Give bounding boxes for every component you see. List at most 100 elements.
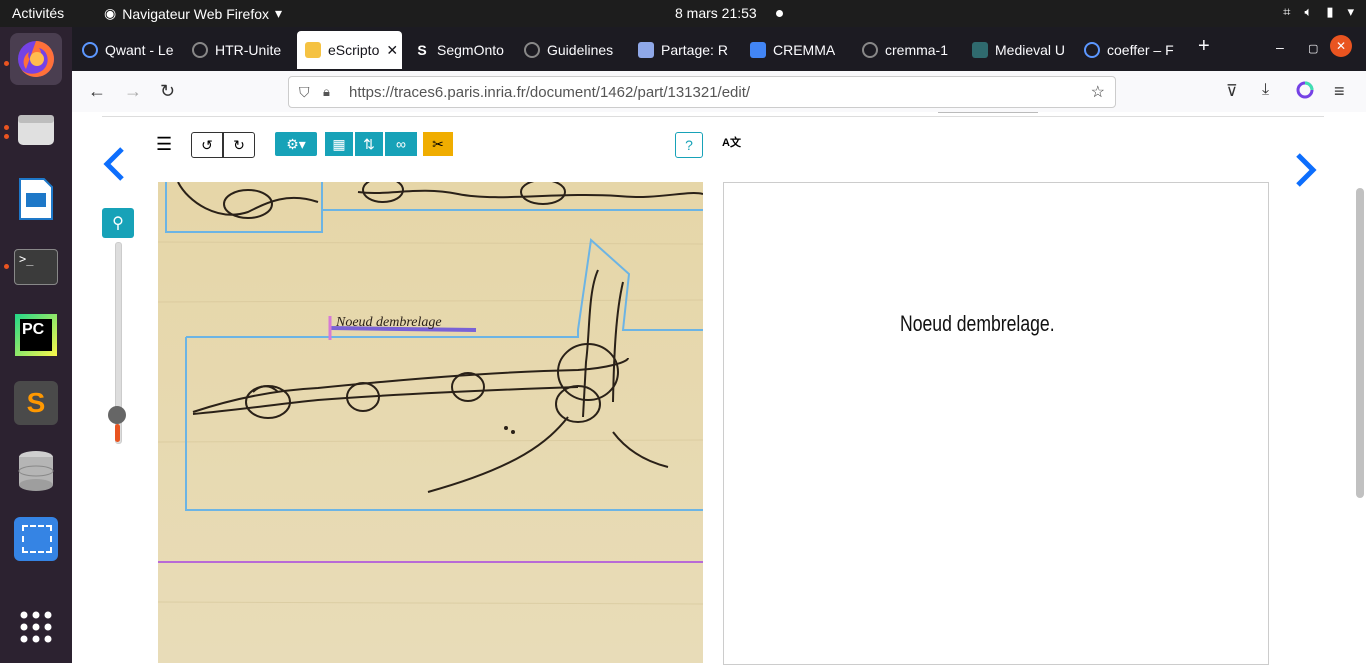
zoom-slider-handle[interactable]: [108, 406, 126, 424]
transcription-panel[interactable]: Noeud dembrelage.: [723, 182, 1269, 665]
mask-icon: ∞: [396, 136, 406, 152]
running-indicator: [4, 61, 9, 66]
tab-medieval[interactable]: Medieval U: [972, 31, 1072, 69]
zoom-slider-fill: [115, 424, 120, 442]
manuscript-image[interactable]: Noeud dembrelage: [158, 182, 703, 663]
system-tray[interactable]: ⌗ 🔈︎ ▮ ▾: [1283, 4, 1354, 20]
firefox-icon[interactable]: [10, 33, 62, 85]
divider: [938, 112, 1038, 113]
volume-icon: 🔈︎: [1304, 4, 1313, 19]
tab-htr-united[interactable]: HTR-Unite: [192, 31, 292, 69]
docs-icon: [750, 42, 766, 58]
translate-icon[interactable]: A文: [722, 130, 741, 154]
bookmark-star-icon[interactable]: ☆: [1091, 82, 1105, 102]
tab-cremma-1[interactable]: cremma-1: [862, 31, 962, 69]
segmentation-panel[interactable]: Noeud dembrelage: [158, 182, 703, 663]
maximize-icon[interactable]: ▢: [1308, 42, 1318, 55]
nav-bar: ← → ↻ ⛉ 🔒︎ https://traces6.paris.inria.f…: [72, 71, 1366, 113]
url-bar[interactable]: ⛉ 🔒︎ https://traces6.paris.inria.fr/docu…: [288, 76, 1116, 108]
url-text[interactable]: https://traces6.paris.inria.fr/document/…: [349, 84, 750, 101]
tab-coeffer[interactable]: coeffer – F: [1084, 31, 1184, 69]
split-button[interactable]: ✂: [423, 132, 453, 156]
pocket-icon[interactable]: ⊽: [1226, 81, 1238, 101]
reload-icon[interactable]: ↻: [160, 81, 175, 102]
tray-chevron-icon: ▾: [1347, 4, 1354, 19]
tab-qwant[interactable]: Qwant - Le: [82, 31, 182, 69]
tab-label: eScripto: [328, 42, 380, 58]
network-icon: ⌗: [1283, 4, 1291, 19]
regions-toggle-button[interactable]: ▦: [325, 132, 353, 156]
running-indicator: [4, 264, 9, 269]
tab-label: Medieval U: [995, 42, 1065, 58]
extension-icon[interactable]: [1296, 81, 1314, 104]
dock: >_ PC S: [0, 27, 72, 663]
firefox-small-icon: ◉: [104, 5, 117, 21]
undo-icon: ↺: [201, 136, 213, 153]
downloads-icon[interactable]: ⤓: [1262, 81, 1269, 99]
manuscript-line-text: Noeud dembrelage: [335, 315, 442, 330]
zoom-in-icon: ⚲: [112, 215, 124, 232]
settings-dropdown-button[interactable]: ⚙▾: [275, 132, 317, 156]
github-icon: [862, 42, 878, 58]
sublime-icon[interactable]: S: [10, 377, 62, 429]
running-indicator: [4, 125, 9, 130]
page-scrollbar[interactable]: [1356, 188, 1364, 498]
app-menu[interactable]: ◉ Navigateur Web Firefox ▾: [104, 5, 282, 22]
qwant-icon: [1084, 42, 1100, 58]
shield-icon[interactable]: ⛉: [299, 84, 310, 101]
zoom-button[interactable]: ⚲: [102, 208, 134, 238]
minimize-icon[interactable]: –: [1276, 39, 1284, 55]
app-menu-label: Navigateur Web Firefox: [122, 5, 270, 22]
terminal-icon[interactable]: >_: [10, 241, 62, 293]
forward-icon[interactable]: →: [124, 81, 142, 102]
clock[interactable]: 8 mars 21:53: [675, 5, 757, 21]
battery-icon: ▮: [1326, 4, 1334, 19]
mask-toggle-button[interactable]: ∞: [385, 132, 417, 156]
writer-icon[interactable]: [10, 173, 62, 225]
toggle-sidebar-icon[interactable]: ☰: [156, 132, 172, 156]
chevron-down-icon: ▾: [275, 5, 283, 21]
ordering-toggle-button[interactable]: ⇅: [355, 132, 383, 156]
activities-button[interactable]: Activités: [12, 5, 64, 21]
menu-icon[interactable]: ≡: [1334, 81, 1345, 102]
medieval-icon: [972, 42, 988, 58]
lock-icon[interactable]: 🔒︎: [323, 84, 330, 100]
redo-button[interactable]: ↻: [223, 132, 255, 158]
help-button[interactable]: ?: [675, 132, 703, 158]
scissors-icon: ✂: [432, 135, 444, 152]
github-icon: [192, 42, 208, 58]
segmonto-icon: S: [417, 42, 427, 58]
previous-page-icon[interactable]: [102, 146, 126, 192]
close-window-icon[interactable]: ✕: [1330, 35, 1352, 57]
tab-partage[interactable]: Partage: R: [638, 31, 743, 69]
next-page-icon[interactable]: [1294, 152, 1318, 198]
system-top-bar: Activités ◉ Navigateur Web Firefox ▾ 8 m…: [0, 0, 1366, 27]
pycharm-icon[interactable]: PC: [10, 309, 62, 361]
back-icon[interactable]: ←: [88, 81, 106, 102]
undo-button[interactable]: ↺: [191, 132, 223, 158]
new-tab-icon[interactable]: +: [1198, 35, 1210, 58]
escriptorium-editor: ☰ ↺ ↻ ⚙▾ ▦ ⇅ ∞ ✂ ? A文 ⚲ Noeud dembrelage…: [72, 112, 1366, 665]
gears-icon: ⚙▾: [286, 135, 306, 152]
tab-label: cremma-1: [885, 42, 949, 58]
github-icon: [524, 42, 540, 58]
redo-icon: ↻: [233, 136, 245, 153]
tab-label: HTR-Unite: [215, 42, 282, 58]
tab-label: Partage: R: [661, 42, 728, 58]
notification-dot: [776, 10, 783, 17]
qwant-icon: [82, 42, 98, 58]
tab-escriptorium[interactable]: eScripto ✕: [297, 31, 402, 69]
database-icon[interactable]: [10, 445, 62, 497]
screenshot-icon[interactable]: [10, 513, 62, 565]
transcription-line[interactable]: Noeud dembrelage.: [900, 311, 1055, 337]
tab-segmonto[interactable]: S SegmOnto: [414, 31, 514, 69]
tab-strip: Qwant - Le HTR-Unite eScripto ✕ S SegmOn…: [72, 27, 1366, 71]
tab-label: SegmOnto: [437, 42, 504, 58]
tab-guidelines[interactable]: Guidelines: [524, 31, 624, 69]
tab-label: Guidelines: [547, 42, 614, 58]
files-icon[interactable]: [10, 103, 62, 155]
tab-cremma[interactable]: CREMMA: [750, 31, 850, 69]
tab-label: CREMMA: [773, 42, 836, 58]
close-tab-icon[interactable]: ✕: [386, 42, 398, 59]
apps-grid-icon[interactable]: [10, 601, 62, 653]
